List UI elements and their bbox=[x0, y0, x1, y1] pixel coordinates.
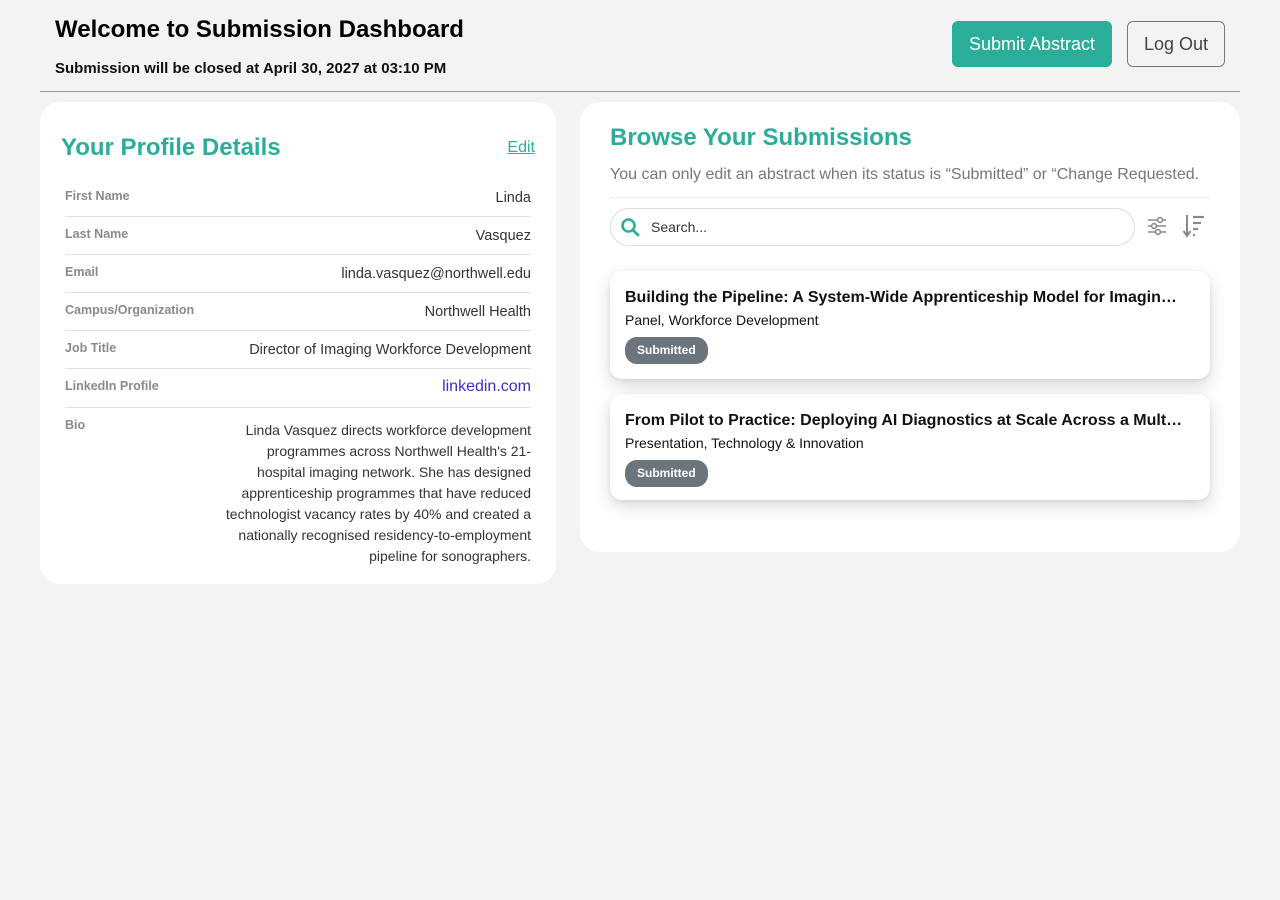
linkedin-link[interactable]: linkedin.com bbox=[442, 378, 531, 396]
field-label: Campus/Organization bbox=[65, 303, 195, 317]
submission-item[interactable]: Building the Pipeline: A System-Wide App… bbox=[610, 271, 1210, 379]
submission-meta: Panel, Workforce Development bbox=[625, 312, 819, 328]
submission-item[interactable]: From Pilot to Practice: Deploying AI Dia… bbox=[610, 394, 1210, 500]
submission-title: Building the Pipeline: A System-Wide App… bbox=[625, 289, 1185, 306]
submissions-note: You can only edit an abstract when its s… bbox=[610, 166, 1200, 183]
field-label: Bio bbox=[65, 418, 86, 432]
sliders-icon[interactable] bbox=[1147, 216, 1167, 241]
logout-button[interactable]: Log Out bbox=[1127, 21, 1225, 67]
profile-row-first-name: First Name Linda bbox=[65, 179, 531, 217]
page-header: Welcome to Submission Dashboard Submissi… bbox=[40, 0, 1240, 92]
field-value: Linda bbox=[495, 190, 531, 206]
field-value: Northwell Health bbox=[424, 304, 531, 320]
submissions-title: Browse Your Submissions bbox=[610, 124, 912, 151]
submission-meta: Presentation, Technology & Innovation bbox=[625, 435, 864, 451]
field-label: Last Name bbox=[65, 227, 129, 241]
divider bbox=[610, 197, 1210, 198]
submission-title: From Pilot to Practice: Deploying AI Dia… bbox=[625, 412, 1185, 429]
search-icon bbox=[620, 217, 640, 242]
field-value: Director of Imaging Workforce Developmen… bbox=[249, 342, 531, 358]
profile-card: Your Profile Details Edit First Name Lin… bbox=[40, 102, 556, 584]
profile-row-email: Email linda.vasquez@northwell.edu bbox=[65, 255, 531, 293]
search-input[interactable] bbox=[651, 213, 1121, 241]
field-label: LinkedIn Profile bbox=[65, 379, 159, 393]
profile-row-linkedin: LinkedIn Profile linkedin.com bbox=[65, 369, 531, 408]
profile-row-bio: Bio Linda Vasquez directs workforce deve… bbox=[65, 408, 531, 568]
field-label: Job Title bbox=[65, 341, 117, 355]
profile-row-last-name: Last Name Vasquez bbox=[65, 217, 531, 255]
bio-text: Linda Vasquez directs workforce developm… bbox=[225, 422, 531, 564]
submit-abstract-button[interactable]: Submit Abstract bbox=[952, 21, 1112, 67]
status-badge: Submitted bbox=[625, 460, 708, 487]
field-label: First Name bbox=[65, 189, 130, 203]
field-value: linda.vasquez@northwell.edu bbox=[341, 266, 531, 282]
profile-row-organization: Campus/Organization Northwell Health bbox=[65, 293, 531, 331]
submission-deadline: Submission will be closed at April 30, 2… bbox=[55, 60, 447, 77]
page-title: Welcome to Submission Dashboard bbox=[55, 16, 464, 43]
field-label: Email bbox=[65, 265, 99, 279]
profile-title: Your Profile Details bbox=[61, 134, 281, 161]
status-badge: Submitted bbox=[625, 337, 708, 364]
sort-descending-icon[interactable] bbox=[1182, 213, 1206, 244]
profile-row-job-title: Job Title Director of Imaging Workforce … bbox=[65, 331, 531, 369]
search-bar[interactable] bbox=[610, 208, 1135, 246]
submissions-card: Browse Your Submissions You can only edi… bbox=[580, 102, 1240, 552]
edit-profile-link[interactable]: Edit bbox=[507, 139, 535, 157]
field-value: Vasquez bbox=[475, 228, 531, 244]
